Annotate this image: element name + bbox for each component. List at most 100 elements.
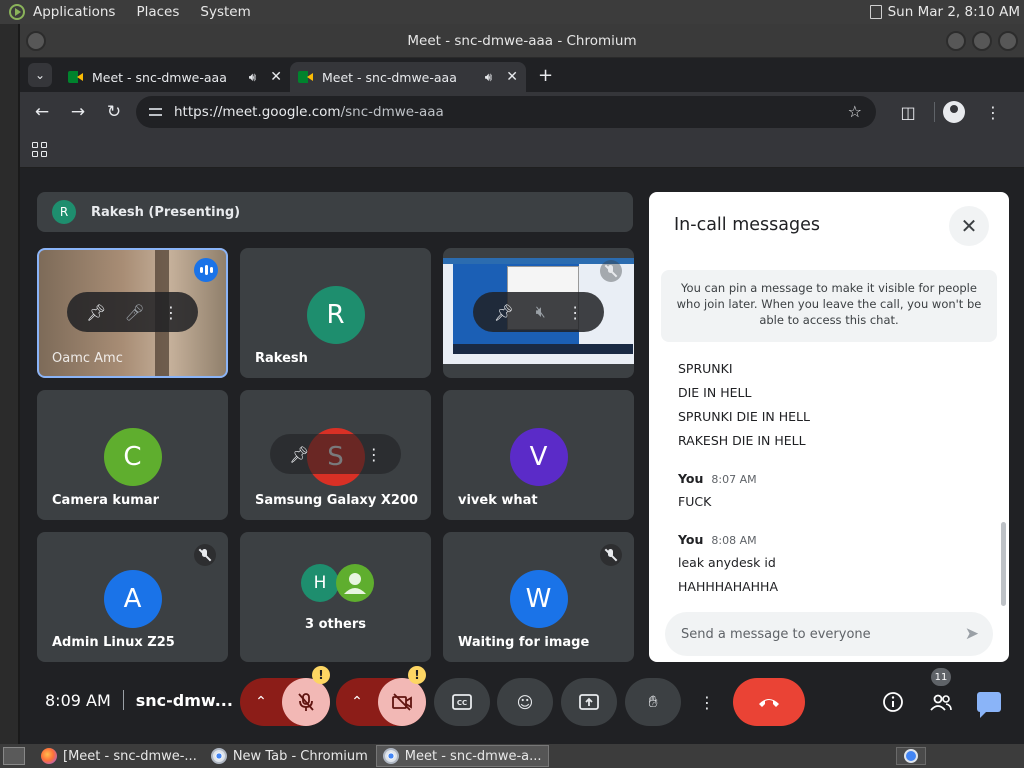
others-label: 3 others <box>305 617 366 632</box>
forward-button[interactable]: → <box>64 98 92 126</box>
taskbar-item-chromium-meet[interactable]: Meet - snc-dmwe-a... <box>375 745 549 767</box>
taskbar-item-firefox-meet[interactable]: [Meet - snc-dmwe-... <box>35 745 203 767</box>
tile-hover-controls: 📌︎ 🔇︎ ⋮ <box>473 292 604 332</box>
system-clock[interactable]: Sun Mar 2, 8:10 AM <box>888 4 1020 20</box>
chat-compose-field[interactable]: Send a message to everyone ➤ <box>665 612 993 656</box>
speaking-indicator-icon <box>194 258 218 282</box>
mute-participant-icon[interactable]: 🎤︎ <box>125 303 145 322</box>
tab-meet-2[interactable]: Meet - snc-dmwe-aaa 🔊︎ ✕ <box>290 62 526 92</box>
raise-hand-button[interactable]: ✋︎ <box>625 678 681 726</box>
meet-content: R Rakesh (Presenting) 📌︎ 🎤︎ ⋮ Oamc Amc R… <box>20 168 1024 744</box>
address-bar[interactable]: https://meet.google.com/snc-dmwe-aaa ☆ <box>136 96 876 128</box>
chromium-icon <box>210 748 227 764</box>
chromium-icon <box>382 748 399 764</box>
meeting-info-icon[interactable] <box>877 686 909 718</box>
speaker-icon[interactable]: 🔊︎ <box>485 70 493 85</box>
tab-search-button[interactable]: ⌄ <box>28 63 52 87</box>
mic-off-button[interactable] <box>282 678 330 726</box>
maximize-button[interactable] <box>972 31 992 51</box>
tab-title: Meet - snc-dmwe-aaa <box>92 69 227 85</box>
system-menu[interactable]: System <box>200 4 250 20</box>
muted-mic-icon <box>600 544 622 566</box>
mute-audio-icon[interactable]: 🔇︎ <box>536 302 546 322</box>
chat-message: HAHHHAHAHHA <box>678 579 778 594</box>
chat-title: In-call messages <box>674 215 820 235</box>
window-menu-button[interactable] <box>26 31 46 51</box>
extensions-icon[interactable]: ◫ <box>894 98 922 126</box>
back-button[interactable]: ← <box>28 98 56 126</box>
audio-settings-chevron-icon[interactable]: ⌃ <box>240 678 282 726</box>
participant-tile-waiting[interactable]: W Waiting for image <box>443 532 634 662</box>
participant-tile-vivek[interactable]: V vivek what <box>443 390 634 520</box>
leave-call-button[interactable] <box>733 678 805 726</box>
more-options-icon[interactable]: ⋮ <box>163 303 179 322</box>
chat-icon[interactable] <box>973 686 1005 718</box>
meeting-code[interactable]: snc-dmw... <box>136 691 233 710</box>
divider <box>122 690 124 710</box>
participant-tile-screen-share[interactable]: 📌︎ 🔇︎ ⋮ <box>443 248 634 378</box>
participant-avatar: A <box>103 570 162 628</box>
speaker-icon[interactable]: 🔊︎ <box>249 70 257 85</box>
reload-button[interactable]: ↻ <box>100 98 128 126</box>
more-options-button[interactable]: ⋮ <box>689 678 725 726</box>
tab-close-icon[interactable]: ✕ <box>270 69 282 85</box>
participant-tile-samsung[interactable]: S 📌︎ ⋮ Samsung Galaxy X200 <box>240 390 431 520</box>
chat-sender: You 8:08 AM <box>678 532 757 547</box>
participant-tile-admin[interactable]: A Admin Linux Z25 <box>37 532 228 662</box>
people-icon[interactable]: 11 <box>925 668 957 718</box>
participant-avatar: H <box>301 564 339 602</box>
pin-icon[interactable]: 📌︎ <box>289 445 309 464</box>
taskbar-item-chromium-newtab[interactable]: New Tab - Chromium <box>205 745 374 767</box>
video-settings-chevron-icon[interactable]: ⌃ <box>336 678 378 726</box>
captions-button[interactable]: CC <box>434 678 490 726</box>
camera-off-button[interactable] <box>378 678 426 726</box>
people-count-badge: 11 <box>931 668 951 686</box>
browser-menu-icon[interactable]: ⋮ <box>979 98 1007 126</box>
pin-icon[interactable]: 📌︎ <box>86 303 106 322</box>
pin-icon[interactable]: 📌︎ <box>494 303 514 322</box>
generic-user-avatar-icon <box>336 564 374 602</box>
applications-menu[interactable]: Applications <box>33 4 115 20</box>
bookmark-star-icon[interactable]: ☆ <box>848 102 862 121</box>
bookmarks-bar <box>20 132 1024 168</box>
new-tab-button[interactable]: + <box>538 65 553 86</box>
tray-chromium-icon[interactable] <box>896 747 926 765</box>
close-window-button[interactable] <box>998 31 1018 51</box>
tab-meet-1[interactable]: Meet - snc-dmwe-aaa 🔊︎ ✕ <box>60 62 290 92</box>
clock-area[interactable]: Sun Mar 2, 8:10 AM <box>869 0 1020 24</box>
more-options-icon[interactable]: ⋮ <box>366 445 382 464</box>
participant-tile-rakesh[interactable]: R Rakesh <box>240 248 431 378</box>
emoji-reactions-button[interactable]: ☺ <box>497 678 553 726</box>
compose-placeholder[interactable]: Send a message to everyone <box>681 627 965 642</box>
chat-message: DIE IN HELL <box>678 385 752 400</box>
profile-icon[interactable] <box>943 101 965 123</box>
places-menu[interactable]: Places <box>136 4 179 20</box>
muted-audio-icon <box>600 260 622 282</box>
chat-timestamp: 8:08 AM <box>711 534 757 547</box>
chat-timestamp: 8:07 AM <box>711 473 757 486</box>
send-icon[interactable]: ➤ <box>965 624 979 644</box>
url-host: https://meet.google.com <box>174 104 341 120</box>
close-chat-button[interactable]: ✕ <box>949 206 989 246</box>
site-info-icon[interactable] <box>148 104 164 120</box>
presenting-banner[interactable]: R Rakesh (Presenting) <box>37 192 633 232</box>
window-titlebar[interactable]: Meet - snc-dmwe-aaa - Chromium <box>20 24 1024 58</box>
present-screen-button[interactable] <box>561 678 617 726</box>
chat-scrollbar[interactable] <box>1001 522 1006 606</box>
chat-message: SPRUNKI DIE IN HELL <box>678 409 810 424</box>
minimize-button[interactable] <box>946 31 966 51</box>
tile-hover-controls: 📌︎ 🎤︎ ⋮ <box>67 292 198 332</box>
distro-logo-icon[interactable] <box>9 4 25 20</box>
mic-warning-icon: ! <box>312 666 330 684</box>
call-side-controls: 11 <box>877 668 1005 718</box>
participant-tile-oamc[interactable]: 📌︎ 🎤︎ ⋮ Oamc Amc <box>37 248 228 378</box>
call-control-bar: 8:09 AM snc-dmw... ⌃ ! ⌃ ! CC ☺ ✋︎ ⋮ 11 <box>20 662 1024 744</box>
participant-tile-camera-kumar[interactable]: C Camera kumar <box>37 390 228 520</box>
tile-hover-controls: 📌︎ ⋮ <box>270 434 401 474</box>
participant-name: Admin Linux Z25 <box>52 635 175 650</box>
show-desktop-button[interactable] <box>3 747 25 765</box>
tab-close-icon[interactable]: ✕ <box>506 69 518 85</box>
more-options-icon[interactable]: ⋮ <box>567 303 583 322</box>
participant-tile-others[interactable]: H 3 others <box>240 532 431 662</box>
apps-grid-icon[interactable] <box>32 141 48 158</box>
